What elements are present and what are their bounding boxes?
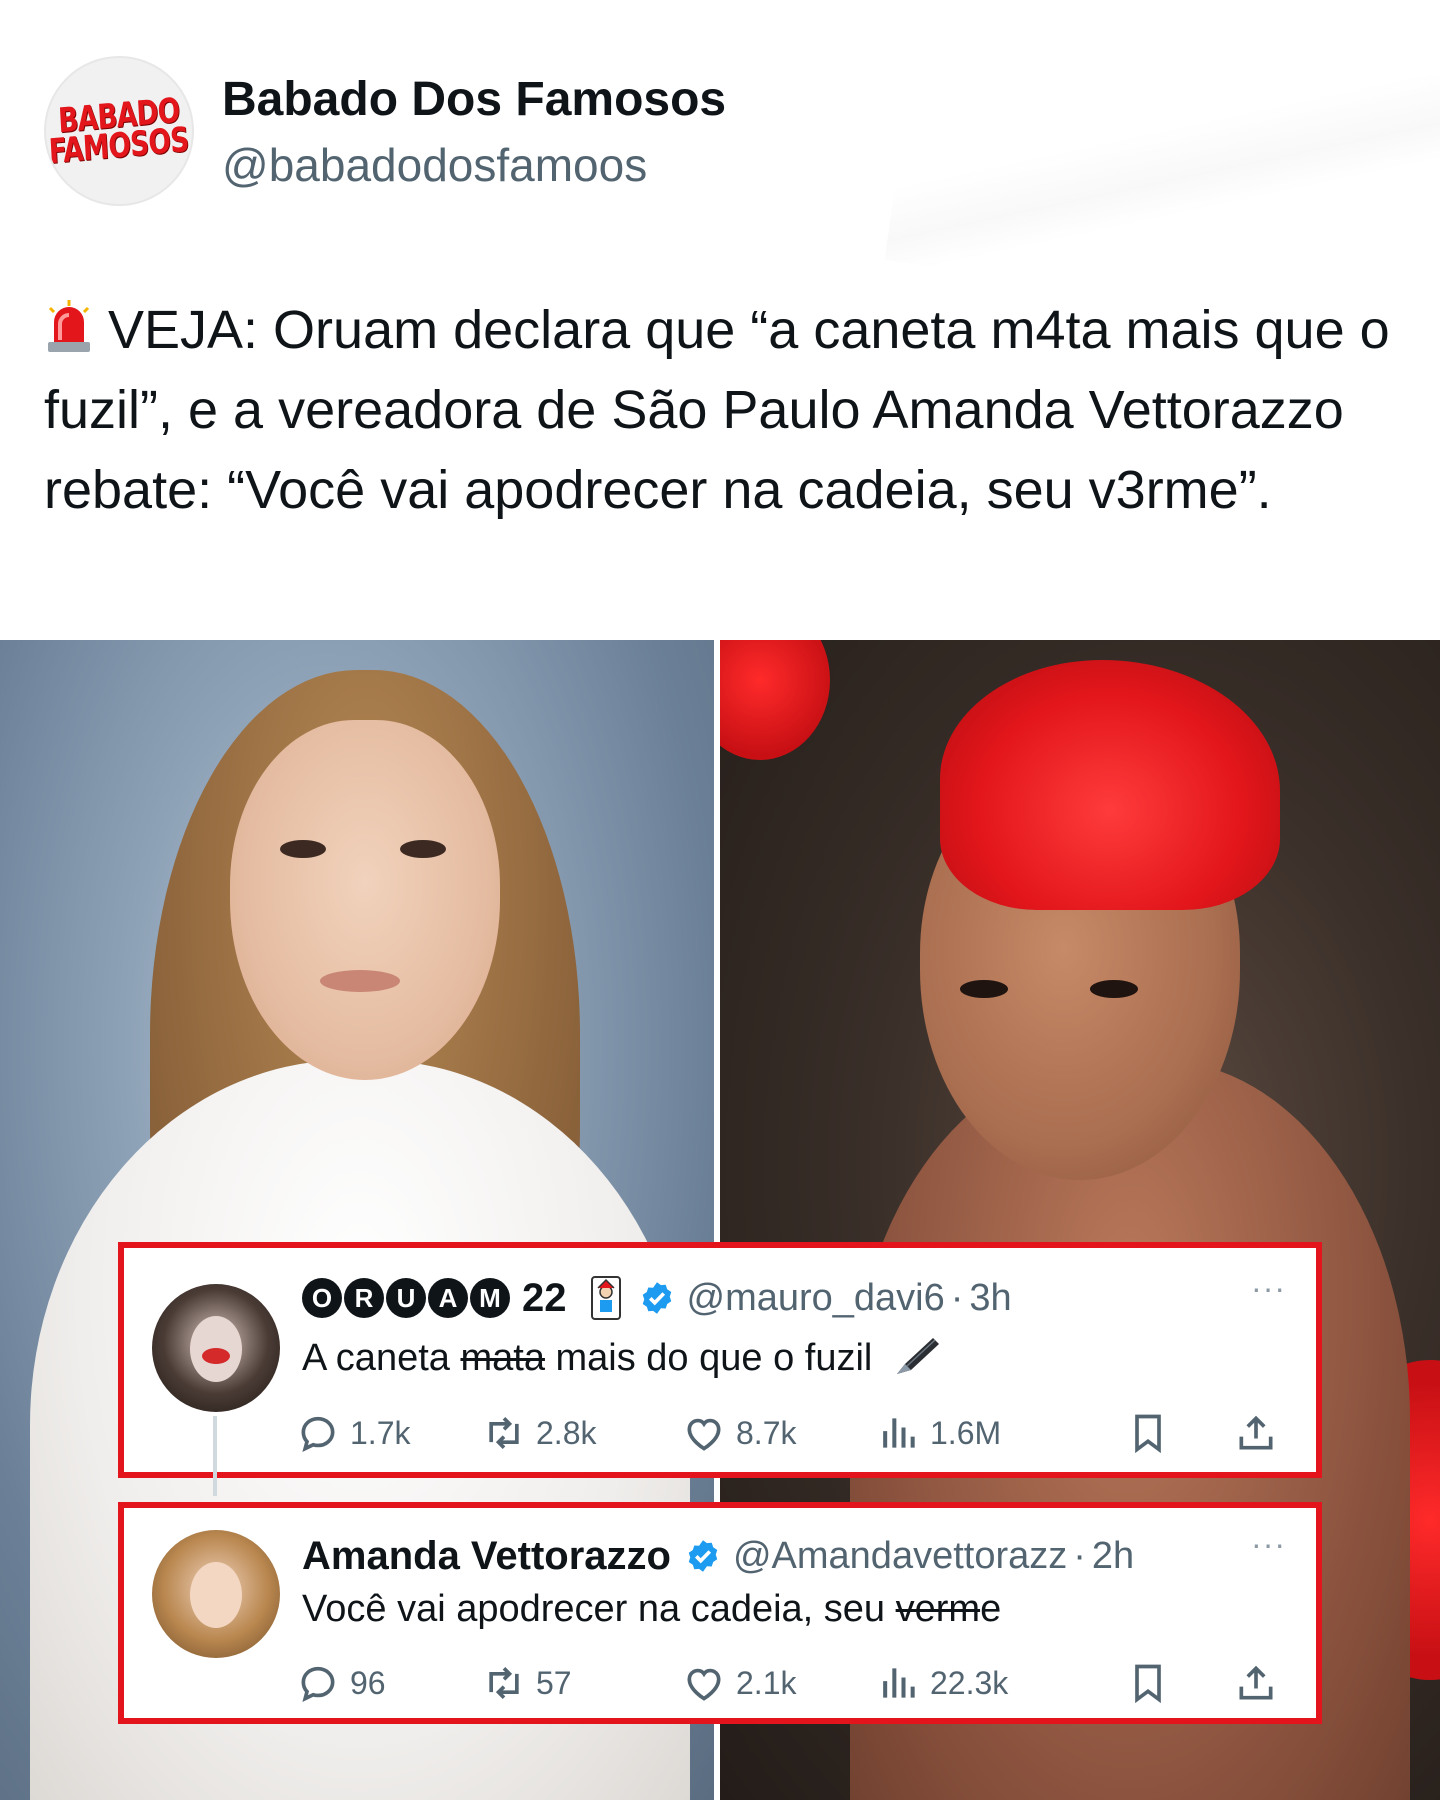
tweet-author-name-suffix[interactable]: 22 (522, 1276, 567, 1321)
retweet-count: 57 (536, 1664, 572, 1701)
reply-count: 96 (350, 1664, 386, 1701)
heart-icon (687, 1418, 721, 1451)
tweet-card-oruam[interactable]: O R U A M 22 @mauro_davi6 · 3h ··· A can… (118, 1242, 1322, 1496)
retweet-button[interactable]: 57 (482, 1658, 572, 1708)
avatar-face-shape (190, 1316, 242, 1382)
views-button[interactable]: 1.6M (876, 1408, 1001, 1458)
photo-lips-shape (320, 970, 400, 992)
more-options-icon[interactable]: ··· (1251, 1526, 1286, 1563)
share-button[interactable] (1234, 1408, 1288, 1458)
tweet-actions: 96 57 2.1k 22.3k (296, 1658, 1296, 1708)
more-options-icon[interactable]: ··· (1251, 1270, 1286, 1307)
retweet-icon (489, 1417, 519, 1449)
bookmark-icon (1135, 1414, 1161, 1454)
author-handle[interactable]: @babadodosfamoos (222, 138, 647, 192)
reply-icon (301, 1666, 335, 1702)
name-letter: A (428, 1278, 468, 1318)
separator-dot: · (950, 1276, 964, 1319)
photo-eye-shape (280, 840, 326, 858)
tweet-avatar[interactable] (152, 1284, 280, 1412)
tweet-text-part: mais do que o fuzil (544, 1337, 873, 1379)
tweet-text-part: Você vai apodrecer na cadeia, seu (302, 1588, 896, 1630)
photo-red-hair-shape (940, 660, 1280, 910)
tweet-text-part: e (980, 1588, 1002, 1630)
fountain-pen-icon (896, 1338, 939, 1374)
bookmark-button[interactable] (1126, 1408, 1180, 1458)
tweet-header: O R U A M 22 @mauro_davi6 · 3h (302, 1274, 1012, 1322)
separator-dot: · (1073, 1534, 1086, 1577)
share-button[interactable] (1234, 1658, 1288, 1708)
paper-fold-shading (884, 2, 1440, 338)
reply-count: 1.7k (350, 1414, 411, 1451)
name-letter: R (344, 1278, 384, 1318)
photo-face-shape (230, 720, 500, 1080)
tweet-author-name-letters[interactable]: O R U A M (302, 1278, 512, 1318)
post-text-content: VEJA: Oruam declara que “a caneta m4ta m… (44, 300, 1390, 520)
verified-badge-icon (688, 1540, 718, 1572)
views-chart-icon (883, 1418, 915, 1448)
tweet-text-struck: verm (895, 1588, 981, 1630)
share-icon (1239, 1415, 1273, 1450)
photo-red-hair-blob (720, 640, 830, 760)
tweet-timestamp[interactable]: 3h (969, 1277, 1011, 1320)
like-count: 2.1k (736, 1664, 797, 1701)
thread-connector-line (213, 1416, 217, 1496)
retweet-icon (489, 1667, 519, 1699)
post-header: BABADO FAMOSOS Babado Dos Famosos @babad… (0, 0, 1440, 630)
tweet-author-name[interactable]: Amanda Vettorazzo (302, 1534, 671, 1579)
tweet-card-amanda[interactable]: Amanda Vettorazzo @Amandavettorazz · 2h … (118, 1502, 1322, 1724)
tweet-actions: 1.7k 2.8k 8.7k 1.6M (296, 1408, 1296, 1458)
avatar-logo-line2: FAMOSOS (48, 119, 190, 173)
like-button[interactable]: 8.7k (682, 1408, 796, 1458)
reply-icon (301, 1416, 335, 1452)
avatar-face-shape (190, 1562, 242, 1628)
name-letter: U (386, 1278, 426, 1318)
tweet-text-part: A caneta (302, 1337, 461, 1379)
police-siren-icon (48, 300, 90, 352)
reply-button[interactable]: 96 (296, 1658, 386, 1708)
heart-icon (687, 1668, 721, 1701)
name-letter: O (302, 1278, 342, 1318)
bookmark-button[interactable] (1126, 1658, 1180, 1708)
tweet-text: A caneta mata mais do que o fuzil (302, 1334, 943, 1380)
like-count: 8.7k (736, 1414, 797, 1451)
tweet-text: Você vai apodrecer na cadeia, seu verme (302, 1588, 1001, 1631)
tweet-header: Amanda Vettorazzo @Amandavettorazz · 2h (302, 1532, 1134, 1580)
tweet-timestamp[interactable]: 2h (1092, 1535, 1134, 1578)
share-icon (1239, 1665, 1273, 1700)
retweet-count: 2.8k (536, 1414, 597, 1451)
reply-button[interactable]: 1.7k (296, 1408, 410, 1458)
author-name[interactable]: Babado Dos Famosos (222, 72, 726, 127)
verified-badge-icon (642, 1282, 671, 1314)
photo-eye-shape (960, 980, 1008, 998)
bookmark-icon (1135, 1664, 1161, 1704)
post-text: VEJA: Oruam declara que “a caneta m4ta m… (44, 290, 1404, 530)
retweet-button[interactable]: 2.8k (482, 1408, 596, 1458)
name-letter: M (470, 1278, 510, 1318)
tweet-author-handle[interactable]: @mauro_davi6 (687, 1277, 945, 1320)
photo-eye-shape (1090, 980, 1138, 998)
tweet-avatar[interactable] (152, 1530, 280, 1658)
joker-card-icon (590, 1276, 621, 1320)
views-count: 1.6M (930, 1414, 1002, 1451)
tweet-author-handle[interactable]: @Amandavettorazz (733, 1535, 1067, 1578)
author-avatar[interactable]: BABADO FAMOSOS (44, 56, 194, 206)
photo-eye-shape (400, 840, 446, 858)
tweet-text-struck: mata (460, 1337, 545, 1379)
views-button[interactable]: 22.3k (876, 1658, 1008, 1708)
like-button[interactable]: 2.1k (682, 1658, 796, 1708)
views-chart-icon (883, 1668, 915, 1698)
views-count: 22.3k (930, 1664, 1009, 1701)
